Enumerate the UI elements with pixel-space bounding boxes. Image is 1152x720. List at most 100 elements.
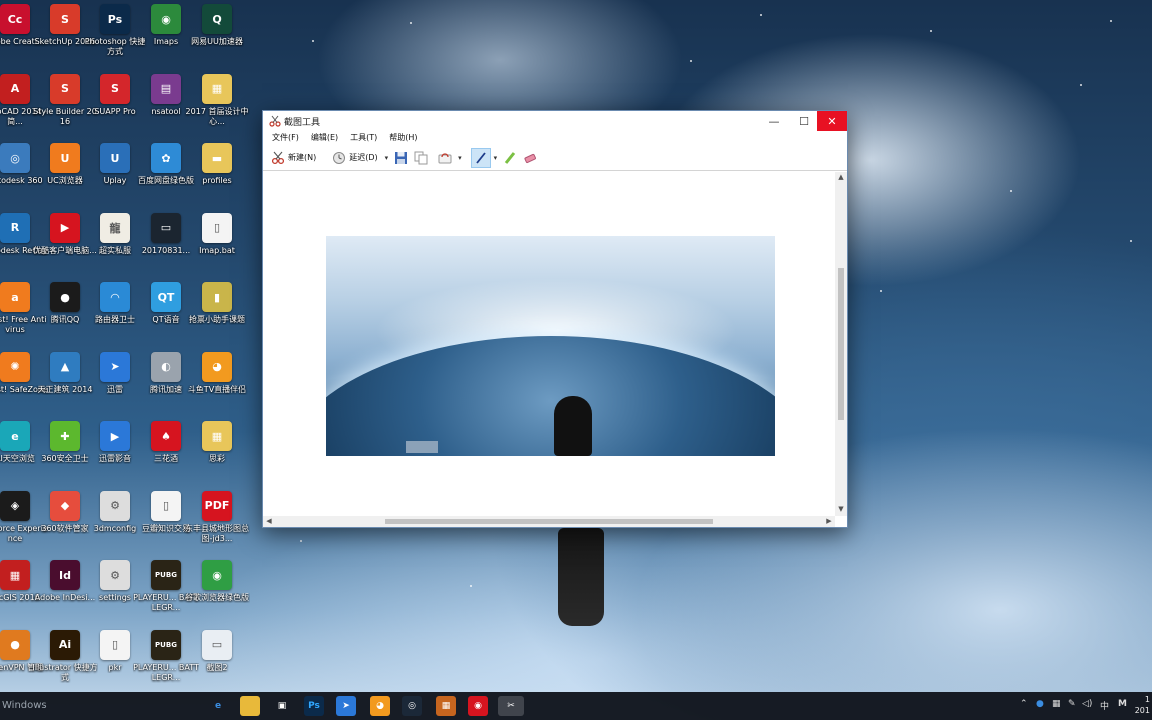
desktop-icon-label: Imap.bat: [199, 245, 235, 255]
uc-browser-icon: U: [50, 143, 80, 173]
indesign-icon: Id: [50, 560, 80, 590]
eraser-button[interactable]: [520, 148, 540, 168]
desktop-icon-label: 谷歌浏览器绿色版: [185, 593, 249, 602]
desktop-icon-label: profiles: [202, 176, 232, 185]
qq-icon: ●: [50, 282, 80, 312]
qt-voice-icon: QT: [151, 282, 181, 312]
style-builder-icon: S: [50, 73, 80, 104]
system-clock[interactable]: 1 201: [1135, 694, 1150, 716]
desktop-icon-label: 截图2: [206, 662, 228, 672]
sketchup-icon: S: [50, 4, 80, 34]
pen-tool-button[interactable]: [470, 147, 491, 168]
avast-icon: a: [0, 282, 30, 312]
document-icon: ▯: [100, 629, 130, 660]
store-icon[interactable]: ▣: [272, 696, 292, 716]
douyu-taskbar-icon[interactable]: ◕: [370, 696, 390, 716]
pen-tray-icon[interactable]: ✎: [1068, 699, 1076, 709]
settings-file-icon: ⚙: [100, 560, 130, 590]
snipping-tool-taskbar-icon[interactable]: ✂: [498, 696, 524, 716]
vertical-scrollbar[interactable]: ▲ ▼: [835, 172, 847, 516]
horizontal-scroll-thumb[interactable]: [385, 519, 713, 524]
chrome-icon: ◉: [202, 560, 232, 590]
avast-safezone-icon: ✺: [0, 351, 30, 382]
delay-button[interactable]: 延迟(D): [328, 148, 381, 168]
ime-indicator[interactable]: 中: [1100, 699, 1109, 712]
desktop-icon-label: 思彩: [209, 454, 225, 463]
file-explorer-icon[interactable]: [240, 696, 260, 716]
text-file-icon: ▯: [151, 490, 181, 521]
captured-taskbar-fragment: [406, 441, 438, 453]
photoshop-taskbar-icon[interactable]: Ps: [304, 696, 324, 716]
highlighter-button[interactable]: [500, 148, 520, 168]
desktop-icon[interactable]: ▦ 2017 首届设计中心...: [184, 73, 250, 127]
steam-icon[interactable]: ◎: [402, 696, 422, 716]
thunder-taskbar-icon[interactable]: ➤: [336, 696, 356, 716]
vertical-scroll-thumb[interactable]: [838, 268, 844, 420]
desktop-icon[interactable]: ▯ Imap.bat: [184, 212, 250, 256]
desktop-icon[interactable]: PDF 东丰县城地形图总图-jd3...: [184, 490, 250, 544]
uplay-icon: U: [100, 143, 130, 173]
scroll-down-arrow[interactable]: ▼: [836, 505, 846, 515]
planet-image: [326, 336, 775, 456]
figure-legs: [558, 528, 604, 626]
menu-tools[interactable]: 工具(T): [345, 131, 382, 145]
openvpn-icon: ●: [0, 629, 30, 660]
menu-edit[interactable]: 编辑(E): [306, 131, 343, 145]
new-snip-button[interactable]: 新建(N): [267, 148, 320, 168]
ime-mode-indicator[interactable]: M: [1118, 699, 1127, 709]
send-snip-button[interactable]: [435, 148, 455, 168]
scissors-icon: [269, 115, 281, 127]
desktop-icon[interactable]: Q 网易UU加速器: [184, 4, 250, 47]
maximize-button[interactable]: ☐: [789, 111, 819, 131]
360-safe-icon: ✚: [50, 421, 80, 451]
screenshot-file-icon: ▭: [202, 629, 232, 660]
desktop-icon-label: 东丰县城地形图总图-jd3...: [185, 523, 249, 543]
highlighter-icon: [505, 151, 516, 164]
copy-button[interactable]: [411, 148, 431, 168]
horizontal-scrollbar[interactable]: ◀ ▶: [263, 516, 835, 527]
folder-doc-icon: ▦: [202, 73, 232, 104]
scroll-left-arrow[interactable]: ◀: [264, 516, 274, 527]
minimize-button[interactable]: —: [759, 111, 789, 131]
zip-file-icon: ▮: [202, 282, 232, 312]
image-file-icon: ▭: [151, 212, 181, 243]
autodesk-360-icon: ◎: [0, 143, 30, 173]
router-guard-icon: ◠: [100, 282, 130, 312]
send-dropdown-arrow[interactable]: ▾: [455, 154, 465, 162]
pen-dropdown-arrow[interactable]: ▾: [491, 154, 501, 162]
game-icon: 龍: [100, 212, 130, 243]
arcgis-icon: ▦: [0, 560, 30, 590]
desktop-icon[interactable]: ▭ 截图2: [184, 629, 250, 673]
desktop-icon[interactable]: ▬ profiles: [184, 143, 250, 186]
desktop-icon-label: 斗鱼TV直播伴侣: [187, 384, 247, 394]
menu-file[interactable]: 文件(F): [267, 131, 304, 145]
scissors-icon: [271, 151, 285, 164]
scroll-up-arrow[interactable]: ▲: [836, 173, 846, 183]
clock-time: 1: [1144, 695, 1150, 704]
game-taskbar-icon[interactable]: ▦: [436, 696, 456, 716]
baidu-netdisk-icon: ✿: [151, 143, 181, 173]
thunder-player-icon: ▶: [100, 421, 130, 451]
scroll-right-arrow[interactable]: ▶: [824, 516, 834, 527]
close-button[interactable]: ✕: [817, 111, 847, 131]
start-button[interactable]: Windows: [2, 700, 47, 711]
sky-browser-icon: e: [0, 421, 30, 451]
desktop-icon[interactable]: ◕ 斗鱼TV直播伴侣: [184, 351, 250, 395]
network-icon[interactable]: ▦: [1052, 699, 1061, 709]
edge-icon[interactable]: e: [208, 696, 228, 716]
title-bar[interactable]: 截图工具 — ☐ ✕: [263, 111, 847, 131]
tangent-icon: ▲: [50, 351, 80, 382]
menu-help[interactable]: 帮助(H): [384, 131, 422, 145]
tray-app-icon[interactable]: ●: [1036, 699, 1044, 709]
save-button[interactable]: [391, 148, 411, 168]
desktop-icon[interactable]: ▮ 抢票小助手课题: [184, 282, 250, 325]
save-icon: [395, 151, 408, 164]
tray-overflow-icon[interactable]: ⌃: [1020, 699, 1028, 709]
volume-icon[interactable]: ◁): [1082, 699, 1092, 709]
delay-dropdown-arrow[interactable]: ▾: [382, 154, 392, 162]
winrar-icon: ▤: [151, 73, 181, 104]
netease-music-icon[interactable]: ◉: [468, 696, 488, 716]
desktop-icon[interactable]: ▦ 思彩: [184, 421, 250, 464]
snip-canvas[interactable]: ▲ ▼ ◀ ▶: [263, 172, 847, 527]
desktop-icon[interactable]: ◉ 谷歌浏览器绿色版: [184, 560, 250, 603]
